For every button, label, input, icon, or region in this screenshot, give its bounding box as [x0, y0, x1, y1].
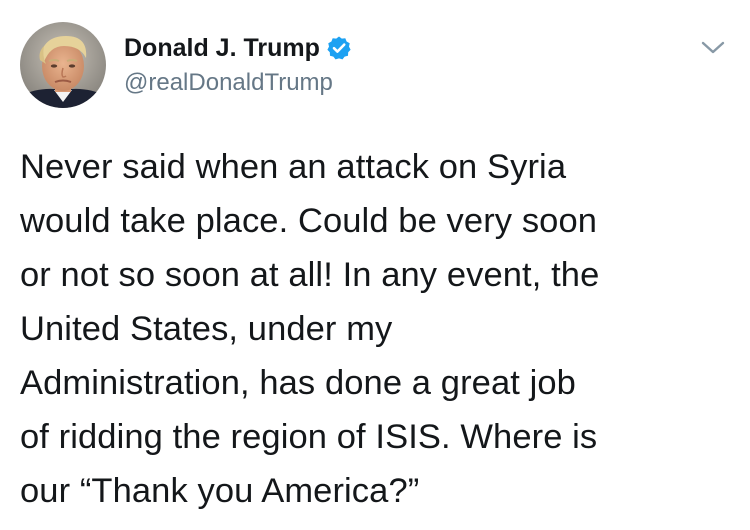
- tweet-card: Donald J. Trump @realDonaldTrump Never s…: [0, 0, 750, 530]
- tweet-text-line: United States, under my: [20, 310, 393, 348]
- profile-photo-icon: [20, 22, 106, 108]
- tweet-text-line: our “Thank you America?”: [20, 472, 420, 510]
- tweet-text-line: or not so soon at all! In any event, the: [20, 256, 600, 294]
- avatar[interactable]: [20, 22, 106, 108]
- verified-badge-icon: [326, 35, 352, 61]
- user-handle[interactable]: @realDonaldTrump: [124, 69, 333, 97]
- tweet-text-line: Never said when an attack on Syria: [20, 148, 567, 186]
- author-name-row: Donald J. Trump: [124, 33, 352, 63]
- display-name[interactable]: Donald J. Trump: [124, 34, 320, 63]
- tweet-text-line: Administration, has done a great job: [20, 364, 576, 402]
- tweet-text-line: would take place. Could be very soon: [20, 202, 598, 240]
- tweet-text: Never said when an attack on Syria would…: [20, 140, 735, 518]
- tweet-text-line: of ridding the region of ISIS. Where is: [20, 418, 598, 456]
- chevron-down-icon[interactable]: [698, 36, 728, 58]
